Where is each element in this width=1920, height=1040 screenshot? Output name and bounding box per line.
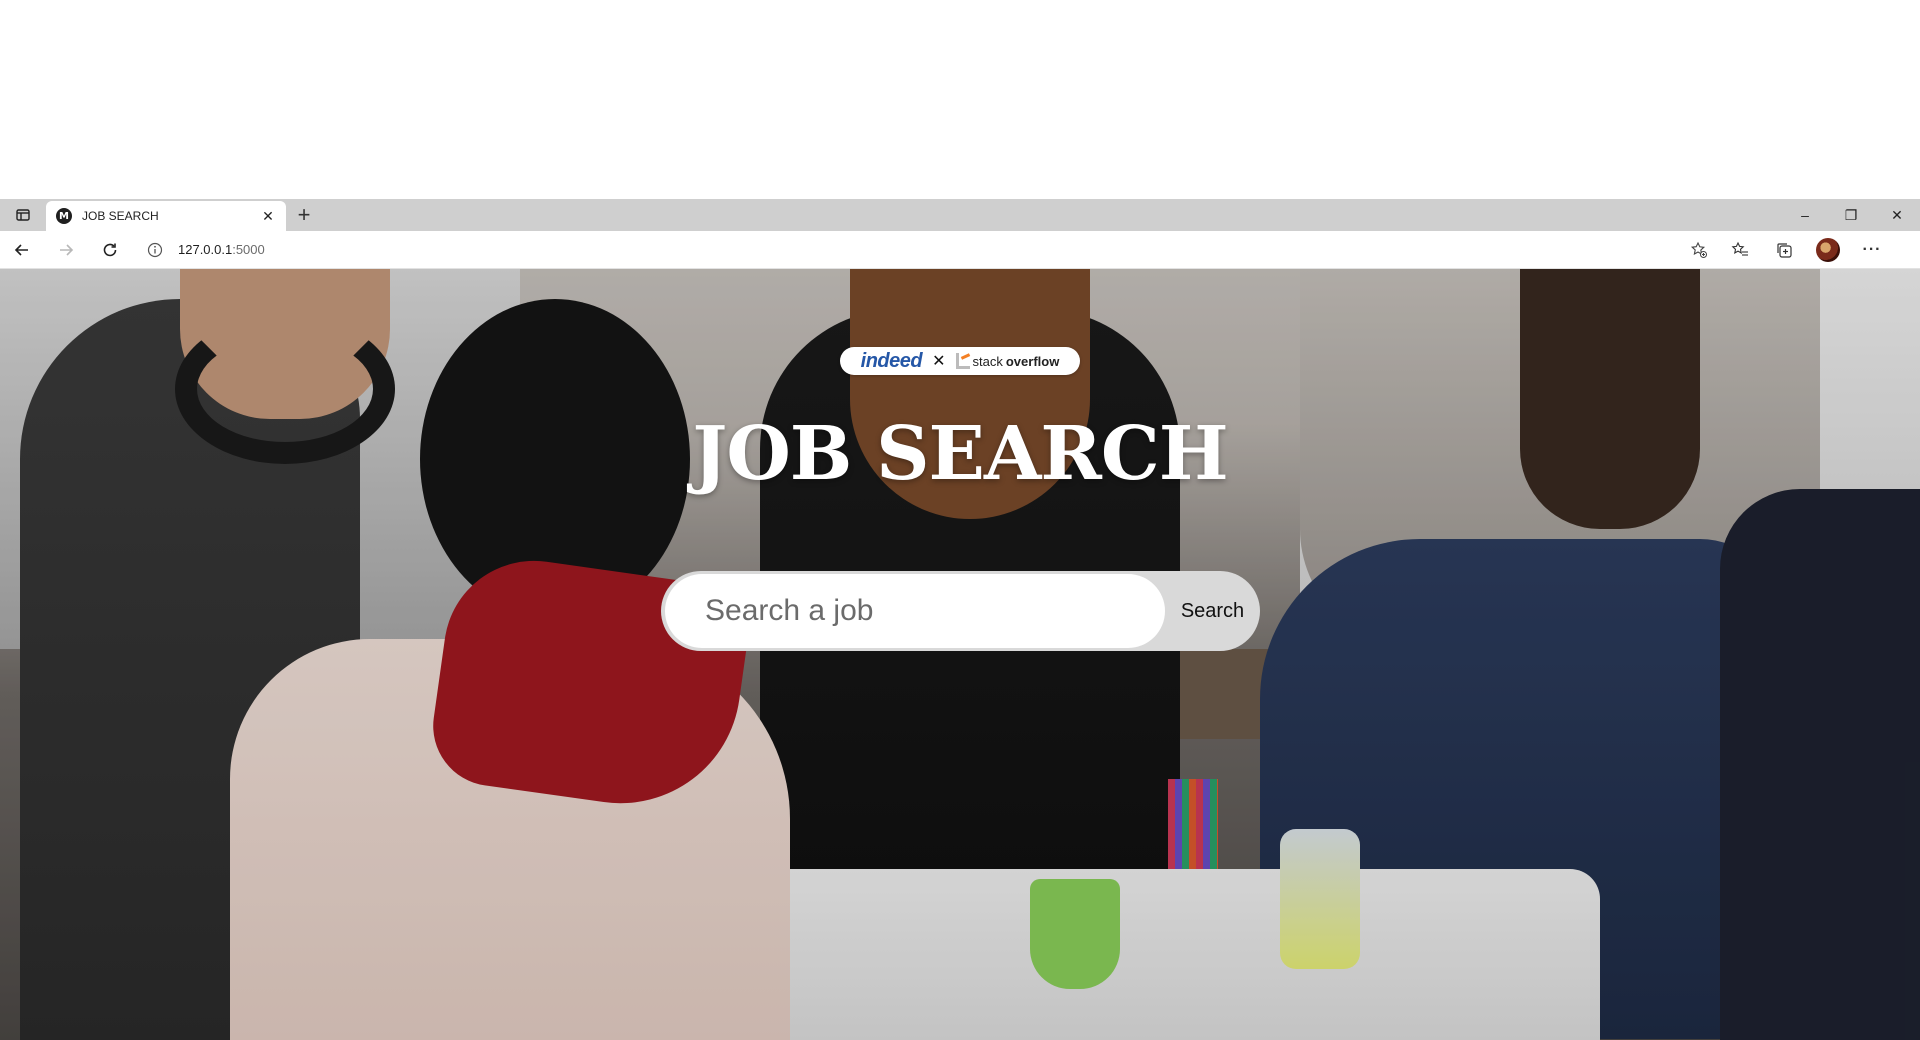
address-toolbar: 127.0.0.1:5000 ···: [0, 231, 1920, 269]
close-icon: ✕: [262, 207, 274, 224]
page-viewport: indeed ✕ stack overflow JOB SEARCH Search: [0, 269, 1920, 1040]
restore-button[interactable]: ❐: [1828, 199, 1874, 231]
plus-icon: +: [297, 202, 311, 227]
reload-button[interactable]: [88, 231, 132, 269]
new-tab-button[interactable]: +: [286, 199, 322, 231]
reload-icon: [103, 243, 117, 256]
partner-logos: indeed ✕ stack overflow: [840, 347, 1080, 375]
stackoverflow-text-bold: overflow: [1005, 353, 1060, 369]
browser-window: M JOB SEARCH ✕ + – ❐ ✕ 127.0.0.1:5000 ··…: [0, 199, 1920, 1040]
more-icon: ···: [1862, 240, 1882, 258]
stackoverflow-icon: [955, 353, 970, 369]
close-icon: ✕: [1891, 206, 1903, 223]
forward-button[interactable]: [44, 231, 88, 269]
tab-title: JOB SEARCH: [82, 209, 159, 223]
favicon: M: [56, 208, 72, 224]
tab-actions-button[interactable]: [0, 199, 46, 231]
blank-area: [0, 0, 1920, 199]
back-arrow-icon: [14, 243, 28, 256]
stackoverflow-text-light: stack: [972, 353, 1003, 369]
forward-arrow-icon: [60, 243, 74, 256]
favorites-icon: [1731, 241, 1748, 256]
favorites-button[interactable]: [1718, 231, 1762, 269]
search-button[interactable]: Search: [1165, 571, 1260, 651]
close-tab-button[interactable]: ✕: [260, 208, 276, 224]
tab-job-search[interactable]: M JOB SEARCH ✕: [46, 201, 286, 231]
restore-icon: ❐: [1844, 206, 1858, 223]
menu-button[interactable]: ···: [1850, 231, 1894, 269]
close-window-button[interactable]: ✕: [1874, 199, 1920, 231]
info-icon[interactable]: [144, 242, 166, 258]
page-title: JOB SEARCH: [692, 411, 1228, 497]
star-plus-icon: [1690, 241, 1707, 258]
url-text: 127.0.0.1:5000: [178, 242, 1676, 257]
cross-icon: ✕: [932, 353, 946, 370]
avatar: [1816, 237, 1840, 262]
stackoverflow-logo: stack overflow: [955, 353, 1060, 369]
url-host: 127.0.0.1: [178, 242, 233, 257]
collections-icon: [1777, 242, 1792, 258]
minimize-button[interactable]: –: [1782, 199, 1828, 231]
profile-button[interactable]: [1806, 231, 1850, 269]
add-favorite-button[interactable]: [1688, 241, 1710, 259]
search-form: Search: [661, 571, 1260, 651]
tab-actions-icon: [16, 209, 30, 221]
hero-section: indeed ✕ stack overflow JOB SEARCH Search: [0, 269, 1920, 1040]
tab-strip: M JOB SEARCH ✕ + – ❐ ✕: [0, 199, 1920, 231]
search-input[interactable]: [665, 574, 1165, 648]
back-button[interactable]: [0, 231, 44, 269]
minimize-icon: –: [1801, 207, 1809, 223]
url-port: :5000: [232, 242, 265, 257]
address-bar[interactable]: 127.0.0.1:5000: [136, 234, 1718, 265]
collections-button[interactable]: [1762, 231, 1806, 269]
tab-strip-spacer: [322, 199, 1782, 231]
indeed-logo: indeed: [860, 349, 923, 372]
